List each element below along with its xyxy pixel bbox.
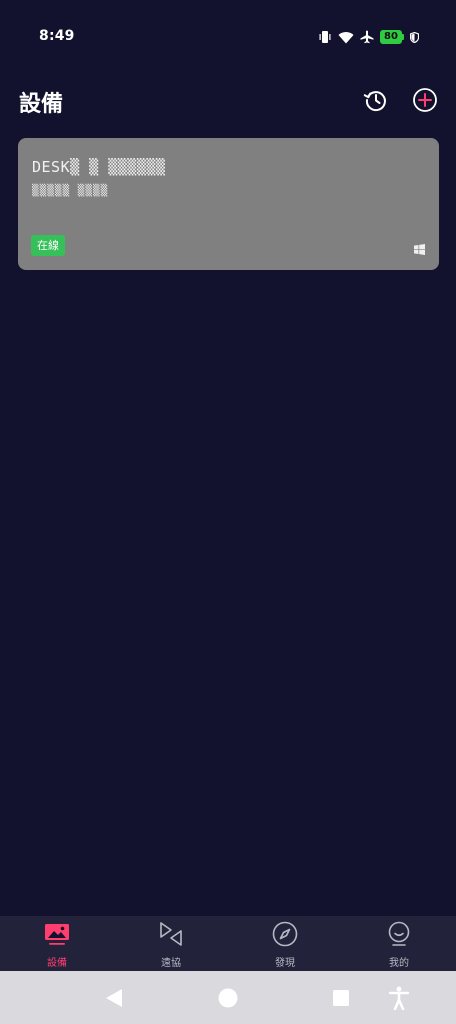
status-bar: 8:49 80 [0,0,456,72]
wifi-icon [338,31,354,43]
battery-level: 80 [380,30,402,44]
add-device-button[interactable] [411,86,439,114]
compass-icon [272,921,298,947]
system-nav-bar [0,971,456,1024]
back-icon[interactable] [104,988,124,1008]
history-button[interactable] [362,86,390,114]
shield-icon [410,31,419,43]
home-icon[interactable] [218,988,238,1008]
airplane-icon [360,30,374,44]
nav-item-profile[interactable]: 我的 [342,916,456,971]
profile-icon [388,921,410,946]
devices-icon [45,924,69,945]
history-icon [363,91,386,112]
accessibility-icon[interactable] [389,986,409,1010]
battery-icon: 80 [380,30,404,44]
remote-icon [160,922,182,946]
device-card[interactable]: DESK▒ ▒ ▒▒▒▒▒▒ ▒▒▒▒▒ ▒▒▒▒ 在線 [18,138,439,270]
nav-item-devices[interactable]: 設備 [0,916,114,971]
page-header: 設備 [0,80,456,124]
vibrate-icon [319,31,331,43]
device-name: DESK▒ ▒ ▒▒▒▒▒▒ [32,158,166,176]
bottom-nav: 設備 遠協 發現 我的 [0,916,456,971]
status-time: 8:49 [39,28,75,44]
add-circle-icon [413,88,437,112]
nav-label: 設備 [47,958,67,969]
status-icons: 80 [318,29,419,45]
nav-item-remote[interactable]: 遠協 [114,916,228,971]
nav-label: 我的 [389,958,409,969]
nav-label: 遠協 [161,958,181,969]
recent-apps-icon[interactable] [333,990,349,1006]
device-id: ▒▒▒▒▒ ▒▒▒▒ [32,184,109,197]
nav-item-discover[interactable]: 發現 [228,916,342,971]
page-title: 設備 [19,92,64,117]
nav-label: 發現 [275,958,295,969]
status-badge: 在線 [31,235,65,256]
windows-icon [414,244,425,255]
